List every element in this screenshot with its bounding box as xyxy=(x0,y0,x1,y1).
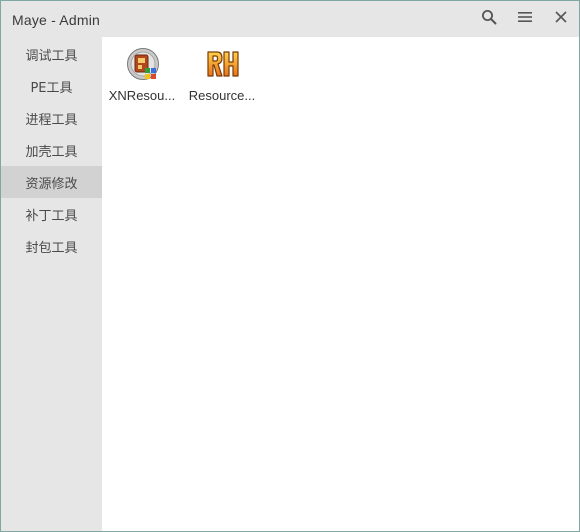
title-bar[interactable]: Maye - Admin xyxy=(1,1,579,37)
sidebar-item-packer-tools[interactable]: 加壳工具 xyxy=(1,134,102,166)
search-icon xyxy=(482,10,497,25)
search-button[interactable] xyxy=(474,5,504,29)
sidebar-item-debug-tools[interactable]: 调试工具 xyxy=(1,38,102,70)
close-icon xyxy=(555,11,567,23)
sidebar-item-patch-tools[interactable]: 补丁工具 xyxy=(1,198,102,230)
category-sidebar: 调试工具 PE工具 进程工具 加壳工具 资源修改 补丁工具 封包工具 xyxy=(1,37,102,531)
sidebar-item-label: 调试工具 xyxy=(25,48,78,64)
close-button[interactable] xyxy=(546,5,576,29)
sidebar-item-label: 封包工具 xyxy=(25,240,78,256)
app-label: XNResou... xyxy=(108,88,176,103)
main-window: Maye - Admin 调试工具 PE工具 进程工具 加壳工具 资源修改 补丁… xyxy=(0,0,580,532)
sidebar-item-packet-tools[interactable]: 封包工具 xyxy=(1,230,102,262)
menu-button[interactable] xyxy=(510,5,540,29)
sidebar-item-label: 补丁工具 xyxy=(25,208,78,224)
app-shortcut-xnresource[interactable]: XNResou... xyxy=(103,43,181,111)
sidebar-item-process-tools[interactable]: 进程工具 xyxy=(1,102,102,134)
sidebar-item-pe-tools[interactable]: PE工具 xyxy=(1,70,102,102)
sidebar-item-label: 加壳工具 xyxy=(25,144,78,160)
sidebar-item-resource-editing[interactable]: 资源修改 xyxy=(1,166,102,198)
sidebar-item-label: 进程工具 xyxy=(25,112,78,128)
app-grid: XNResou... Resource... xyxy=(102,37,579,531)
sidebar-item-label: PE工具 xyxy=(30,80,73,96)
hamburger-menu-icon xyxy=(518,12,532,22)
resource-hacker-app-icon xyxy=(207,51,239,77)
app-label: Resource... xyxy=(188,88,256,103)
app-shortcut-resource-hacker[interactable]: Resource... xyxy=(183,43,261,111)
xnresource-app-icon xyxy=(127,48,159,80)
sidebar-item-label: 资源修改 xyxy=(25,176,78,192)
window-title: Maye - Admin xyxy=(12,12,100,28)
